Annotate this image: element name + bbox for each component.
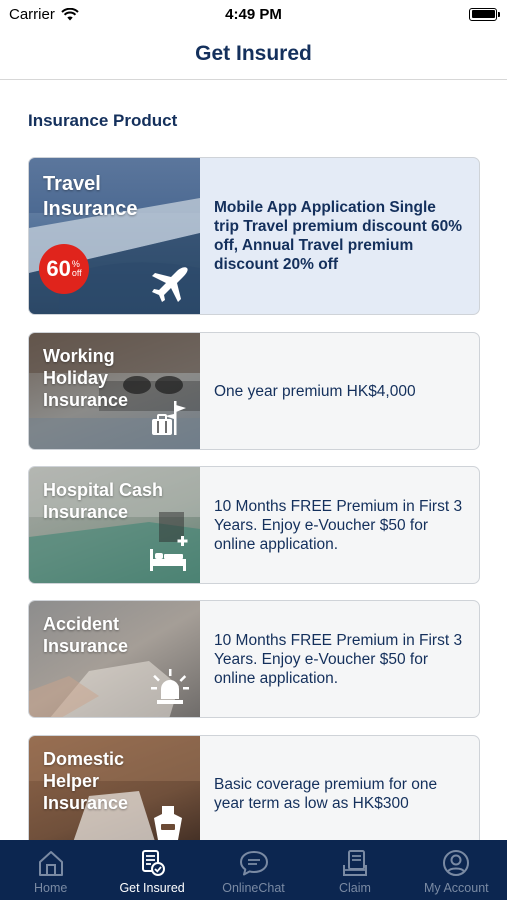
nav-header: Get Insured (0, 28, 507, 80)
product-image-domestic-helper: Domestic Helper Insurance (29, 736, 200, 840)
tab-claim[interactable]: Claim (304, 840, 405, 900)
claim-form-icon (342, 850, 367, 876)
tab-bar: Home Get Insured OnlineChat Claim My Acc… (0, 840, 507, 900)
product-card-travel[interactable]: Travel Insurance 60 % off Mobile App App… (28, 157, 480, 315)
product-image-travel: Travel Insurance 60 % off (29, 158, 200, 314)
product-card-working-holiday[interactable]: Working Holiday Insurance One year premi… (28, 332, 480, 450)
product-title: Working Holiday Insurance (43, 346, 129, 410)
product-description: Mobile App Application Single trip Trave… (214, 199, 463, 273)
tab-label: Claim (338, 881, 371, 895)
discount-badge: 60 % off (39, 244, 89, 294)
chat-bubble-icon (239, 851, 268, 876)
tab-home[interactable]: Home (0, 840, 101, 900)
product-description: 10 Months FREE Premium in First 3 Years.… (214, 497, 463, 553)
product-card-hospital-cash[interactable]: Hospital Cash Insurance 10 Months FREE P… (28, 466, 480, 584)
product-card-domestic-helper[interactable]: Domestic Helper Insurance Basic coverage… (28, 735, 480, 840)
product-title: Domestic Helper Insurance (43, 749, 129, 813)
product-image-accident: Accident Insurance (29, 601, 200, 717)
tab-online-chat[interactable]: OnlineChat (203, 840, 304, 900)
user-circle-icon (443, 850, 470, 876)
status-left: Carrier (9, 6, 79, 23)
luggage-signpost-icon (152, 401, 186, 435)
tab-my-account[interactable]: My Account (406, 840, 507, 900)
product-description: Basic coverage premium for one year term… (214, 776, 438, 812)
document-check-icon (142, 850, 166, 876)
apron-icon (154, 806, 182, 840)
tab-get-insured[interactable]: Get Insured (101, 840, 202, 900)
battery-icon (469, 7, 500, 21)
airplane-icon (152, 267, 188, 302)
page-title: Get Insured (195, 41, 312, 65)
product-title: Hospital Cash Insurance (43, 480, 164, 522)
wifi-icon (61, 7, 79, 20)
status-bar: Carrier 4:49 PM (0, 0, 507, 28)
hospital-bed-icon (150, 536, 188, 571)
product-description: 10 Months FREE Premium in First 3 Years.… (214, 631, 463, 687)
product-title: Travel Insurance (43, 173, 138, 220)
tab-label: OnlineChat (222, 881, 285, 895)
product-title: Accident Insurance (43, 614, 129, 656)
siren-icon (151, 669, 189, 704)
tab-label: Home (34, 881, 68, 895)
section-title: Insurance Product (28, 111, 178, 130)
tab-label: My Account (424, 881, 489, 895)
home-icon (38, 851, 63, 876)
product-image-hospital-cash: Hospital Cash Insurance (29, 467, 200, 583)
product-image-working-holiday: Working Holiday Insurance (29, 333, 200, 449)
carrier-label: Carrier (9, 5, 55, 23)
product-card-accident[interactable]: Accident Insurance 10 Months FREE Premiu… (28, 600, 480, 718)
tab-label: Get Insured (119, 881, 185, 895)
product-description: One year premium HK$4,000 (214, 382, 416, 400)
content-scroll[interactable]: Insurance Product Travel Insurance 60 % … (0, 81, 507, 840)
